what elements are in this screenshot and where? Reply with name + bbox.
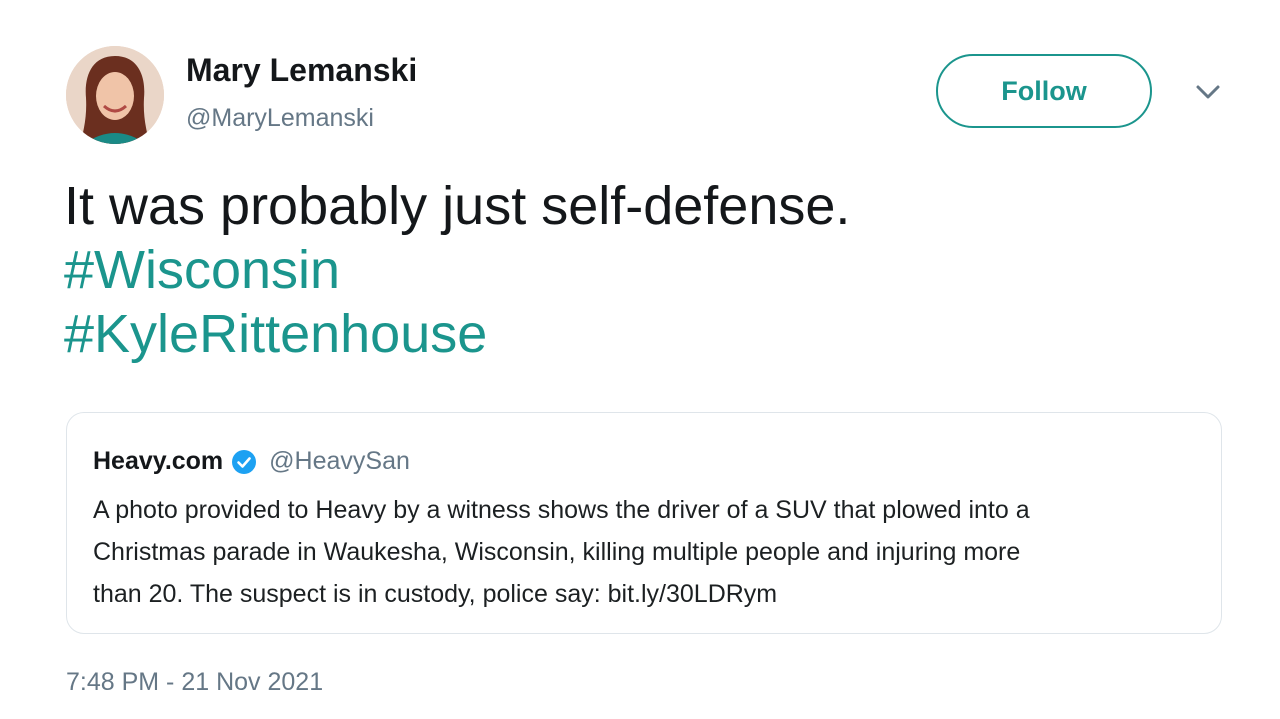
author-display-name[interactable]: Mary Lemanski bbox=[186, 52, 417, 89]
chevron-down-icon[interactable] bbox=[1190, 80, 1226, 106]
quoted-author-handle: @HeavySan bbox=[269, 447, 410, 475]
tweet-timestamp[interactable]: 7:48 PM - 21 Nov 2021 bbox=[66, 668, 323, 697]
quoted-tweet-card[interactable]: Heavy.com @HeavySan A photo provided to … bbox=[66, 412, 1222, 634]
quoted-text-line: than 20. The suspect is in custody, poli… bbox=[93, 580, 778, 608]
tweet-card: Mary Lemanski @MaryLemanski Follow It wa… bbox=[0, 0, 1280, 719]
profile-photo-icon bbox=[66, 46, 164, 144]
quoted-author-name: Heavy.com bbox=[93, 447, 224, 475]
quoted-text-line: A photo provided to Heavy by a witness s… bbox=[93, 496, 1030, 524]
hashtag-link-wisconsin[interactable]: #Wisconsin bbox=[64, 238, 850, 302]
hashtag-link-kylerittenhouse[interactable]: #KyleRittenhouse bbox=[64, 302, 850, 366]
quoted-tweet-header: Heavy.com @HeavySan bbox=[93, 447, 410, 476]
tweet-body: It was probably just self-defense. #Wisc… bbox=[64, 174, 850, 366]
verified-badge-icon bbox=[231, 449, 257, 475]
follow-button[interactable]: Follow bbox=[936, 54, 1152, 128]
tweet-text-line: It was probably just self-defense. bbox=[64, 176, 851, 236]
quoted-tweet-text: A photo provided to Heavy by a witness s… bbox=[93, 489, 1203, 615]
author-avatar[interactable] bbox=[66, 46, 164, 144]
quoted-text-line: Christmas parade in Waukesha, Wisconsin,… bbox=[93, 538, 1021, 566]
author-handle[interactable]: @MaryLemanski bbox=[186, 104, 374, 133]
